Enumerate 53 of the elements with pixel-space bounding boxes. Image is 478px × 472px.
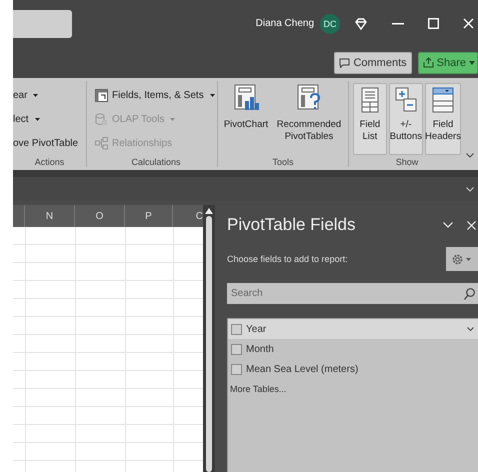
diagram-icon	[95, 136, 108, 150]
table-icon	[95, 88, 108, 102]
list-icon	[358, 87, 381, 113]
database-icon	[95, 112, 108, 126]
table-header-icon	[432, 87, 454, 113]
ribbon-command[interactable]: Fields, Items, & Sets	[95, 88, 217, 102]
group-label: Actions	[34, 157, 66, 167]
toggle-button[interactable]: +/- Buttons	[388, 83, 423, 155]
column-header[interactable]: C	[196, 210, 203, 222]
ribbon-button[interactable]: Recommended PivotTables	[273, 83, 345, 155]
pane-subtitle: Choose fields to add to report:	[227, 254, 348, 264]
diamond-icon[interactable]	[354, 16, 368, 30]
comment-icon	[339, 58, 350, 68]
group-label: Calculations	[130, 157, 182, 167]
caret-icon	[466, 258, 471, 260]
group-label: Tools	[271, 157, 294, 167]
minimize-icon[interactable]	[392, 22, 404, 24]
user-avatar[interactable]: DC	[320, 14, 340, 34]
comments-button[interactable]: Comments	[334, 52, 412, 74]
arrow-up-icon[interactable]	[205, 208, 213, 214]
caret-icon	[469, 60, 475, 64]
settings-button[interactable]	[446, 247, 478, 271]
checkbox[interactable]	[231, 364, 242, 374]
search-field[interactable]: Search	[227, 283, 478, 304]
ribbon-command[interactable]: lect	[13, 114, 86, 124]
upload-icon	[422, 57, 434, 68]
search-icon[interactable]	[464, 288, 475, 300]
column-header[interactable]: P	[145, 210, 152, 222]
ribbon-command[interactable]: ear	[13, 90, 86, 100]
user-name: Diana Cheng	[256, 18, 314, 29]
more-tables-link[interactable]: More Tables...	[230, 384, 286, 394]
checkbox[interactable]	[231, 344, 242, 354]
toggle-button[interactable]: Field Headers	[425, 83, 461, 155]
close-icon[interactable]	[467, 220, 476, 230]
column-header[interactable]: N	[46, 210, 54, 222]
checkbox[interactable]	[231, 324, 242, 334]
pane-title: PivotTable Fields	[227, 215, 356, 235]
ribbon-command[interactable]: ove PivotTable	[13, 138, 86, 148]
chevron-down-icon[interactable]	[467, 327, 474, 331]
column-header[interactable]: O	[96, 210, 104, 222]
field-row[interactable]: Month	[228, 339, 478, 359]
plus-minus-icon	[394, 87, 417, 113]
settings-icon	[451, 252, 464, 266]
maximize-icon[interactable]	[428, 18, 439, 29]
field-row[interactable]: Mean Sea Level (meters)	[228, 359, 478, 379]
toggle-button[interactable]: Field List	[353, 83, 387, 155]
share-button[interactable]: Share	[418, 52, 478, 74]
chevron-down-icon[interactable]	[466, 153, 474, 158]
group-label: Show	[394, 157, 420, 167]
field-row[interactable]: Year	[228, 319, 478, 339]
search-field[interactable]	[13, 10, 72, 38]
scrollbar[interactable]	[203, 205, 215, 472]
ribbon-button[interactable]: PivotChart	[221, 83, 271, 155]
